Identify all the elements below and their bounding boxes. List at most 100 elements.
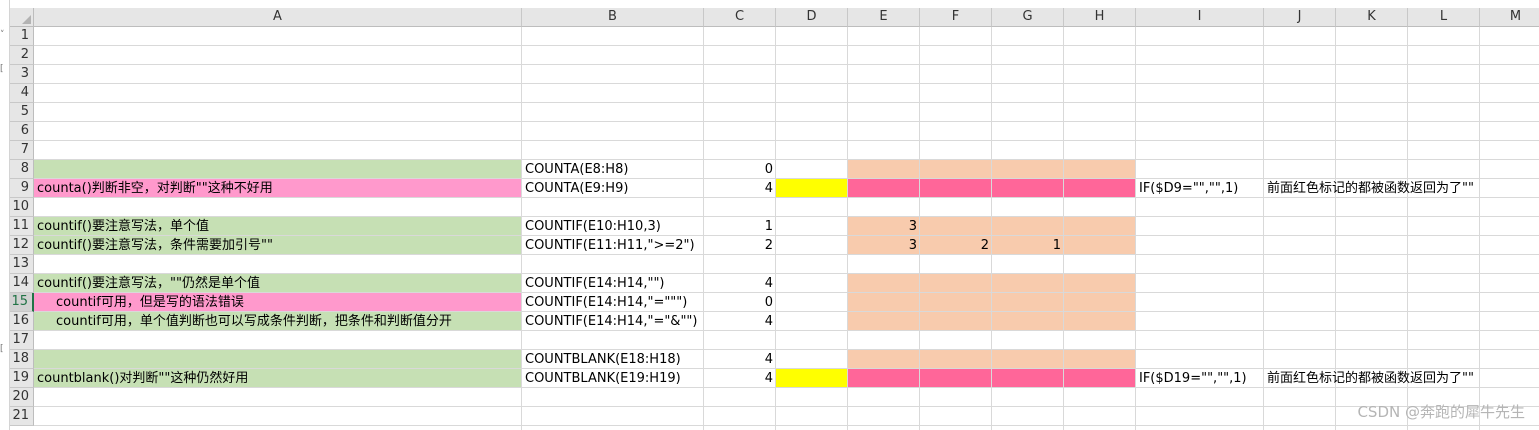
gridline-horizontal <box>34 102 1539 103</box>
column-header-g[interactable]: G <box>992 8 1064 27</box>
fill-e19 <box>848 369 1136 388</box>
row-header-19[interactable]: 19 <box>10 369 34 388</box>
fill-d19 <box>776 369 848 388</box>
left-edge-strip: ˅ [ [ <box>0 0 10 430</box>
gridline-horizontal <box>34 216 1539 217</box>
row-header-13[interactable]: 13 <box>10 255 34 274</box>
outline-bracket-icon[interactable]: [ <box>0 64 4 74</box>
gridline-vertical <box>1479 27 1480 430</box>
row-header-9[interactable]: 9 <box>10 179 34 198</box>
collapse-marker[interactable]: ˅ <box>0 30 5 40</box>
cell-c19[interactable]: 4 <box>704 369 776 388</box>
fill-e8 <box>848 160 1136 179</box>
cell-a15[interactable]: countif可用，但是写的语法错误 <box>34 293 244 312</box>
fill-e9 <box>848 179 1136 198</box>
cell-c18[interactable]: 4 <box>704 350 776 369</box>
gridline-horizontal <box>34 425 1539 426</box>
row-header-14[interactable]: 14 <box>10 274 34 293</box>
cell-b11[interactable]: COUNTIF(E10:H10,3) <box>522 217 661 236</box>
cell-b12[interactable]: COUNTIF(E11:H11,">=2") <box>522 236 695 255</box>
cell-e12[interactable]: 3 <box>848 236 920 255</box>
row-header-12[interactable]: 12 <box>10 236 34 255</box>
fill-a18 <box>34 350 522 369</box>
column-header-a[interactable]: A <box>34 8 522 27</box>
gridline-horizontal <box>34 159 1539 160</box>
column-header-i[interactable]: I <box>1136 8 1264 27</box>
cell-c12[interactable]: 2 <box>704 236 776 255</box>
select-all-corner[interactable] <box>10 8 34 27</box>
cell-a12[interactable]: countif()要注意写法，条件需要加引号"" <box>34 236 273 255</box>
row-header-1[interactable]: 1 <box>10 27 34 46</box>
row-header-7[interactable]: 7 <box>10 141 34 160</box>
outline-bracket-icon[interactable]: [ <box>0 344 4 354</box>
cell-j9[interactable]: 前面红色标记的都被函数返回为了"" <box>1264 179 1474 198</box>
spreadsheet-grid[interactable]: ˅ [ [ ABCDEFGHIJKLM 1 2 3 4 5 6 7 8 9 10 11 12 13 14 1… <box>0 0 1539 430</box>
row-header-15[interactable]: 15 <box>10 293 34 312</box>
row-header-5[interactable]: 5 <box>10 103 34 122</box>
cell-b8[interactable]: COUNTA(E8:H8) <box>522 160 628 179</box>
fill-e18 <box>848 350 1136 369</box>
cell-b9[interactable]: COUNTA(E9:H9) <box>522 179 628 198</box>
column-header-d[interactable]: D <box>776 8 848 27</box>
column-header-l[interactable]: L <box>1408 8 1480 27</box>
select-all-triangle-icon <box>22 15 31 24</box>
cell-a9[interactable]: counta()判断非空，对判断""这种不好用 <box>34 179 273 198</box>
row-header-10[interactable]: 10 <box>10 198 34 217</box>
fill-e15 <box>848 293 1136 312</box>
fill-a8 <box>34 160 522 179</box>
cell-b16[interactable]: COUNTIF(E14:H14,"="&"") <box>522 312 697 331</box>
cell-e11[interactable]: 3 <box>848 217 920 236</box>
column-header-c[interactable]: C <box>704 8 776 27</box>
cell-c14[interactable]: 4 <box>704 274 776 293</box>
fill-d9 <box>776 179 848 198</box>
gridline-vertical <box>1063 27 1064 430</box>
cell-a11[interactable]: countif()要注意写法，单个值 <box>34 217 209 236</box>
gridline-horizontal <box>34 121 1539 122</box>
cell-f12[interactable]: 2 <box>920 236 992 255</box>
gridline-horizontal <box>34 140 1539 141</box>
gridline-horizontal <box>34 64 1539 65</box>
cell-a19[interactable]: countblank()对判断""这种仍然好用 <box>34 369 248 388</box>
cell-a14[interactable]: countif()要注意写法，""仍然是单个值 <box>34 274 260 293</box>
row-header-11[interactable]: 11 <box>10 217 34 236</box>
cell-b18[interactable]: COUNTBLANK(E18:H18) <box>522 350 681 369</box>
cell-c15[interactable]: 0 <box>704 293 776 312</box>
cell-i9[interactable]: IF($D9="","",1) <box>1136 179 1238 198</box>
cell-j19[interactable]: 前面红色标记的都被函数返回为了"" <box>1264 369 1474 388</box>
column-header-b[interactable]: B <box>522 8 704 27</box>
cell-i19[interactable]: IF($D19="","",1) <box>1136 369 1247 388</box>
row-header-6[interactable]: 6 <box>10 122 34 141</box>
watermark: CSDN @奔跑的犀牛先生 <box>1357 403 1525 421</box>
cell-a16[interactable]: countif可用，单个值判断也可以写成条件判断，把条件和判断值分开 <box>34 312 452 331</box>
column-header-k[interactable]: K <box>1336 8 1408 27</box>
row-header-2[interactable]: 2 <box>10 46 34 65</box>
fill-e14 <box>848 274 1136 293</box>
row-header-16[interactable]: 16 <box>10 312 34 331</box>
row-header-21[interactable]: 21 <box>10 407 34 426</box>
column-header-e[interactable]: E <box>848 8 920 27</box>
fill-e16 <box>848 312 1136 331</box>
column-header-f[interactable]: F <box>920 8 992 27</box>
column-header-h[interactable]: H <box>1064 8 1136 27</box>
gridline-horizontal <box>34 83 1539 84</box>
row-header-8[interactable]: 8 <box>10 160 34 179</box>
cell-c16[interactable]: 4 <box>704 312 776 331</box>
gridline-vertical <box>991 27 992 430</box>
cell-c9[interactable]: 4 <box>704 179 776 198</box>
column-header-j[interactable]: J <box>1264 8 1336 27</box>
cell-b19[interactable]: COUNTBLANK(E19:H19) <box>522 369 681 388</box>
cell-c8[interactable]: 0 <box>704 160 776 179</box>
cell-g12[interactable]: 1 <box>992 236 1064 255</box>
row-header-3[interactable]: 3 <box>10 65 34 84</box>
gridline-horizontal <box>34 406 1539 407</box>
row-header-18[interactable]: 18 <box>10 350 34 369</box>
cell-b14[interactable]: COUNTIF(E14:H14,"") <box>522 274 665 293</box>
row-header-4[interactable]: 4 <box>10 84 34 103</box>
cell-c11[interactable]: 1 <box>704 217 776 236</box>
row-header-17[interactable]: 17 <box>10 331 34 350</box>
gridline-horizontal <box>34 349 1539 350</box>
column-header-m[interactable]: M <box>1480 8 1539 27</box>
cell-b15[interactable]: COUNTIF(E14:H14,"=""") <box>522 293 687 312</box>
gridline-horizontal <box>34 45 1539 46</box>
row-header-20[interactable]: 20 <box>10 388 34 407</box>
